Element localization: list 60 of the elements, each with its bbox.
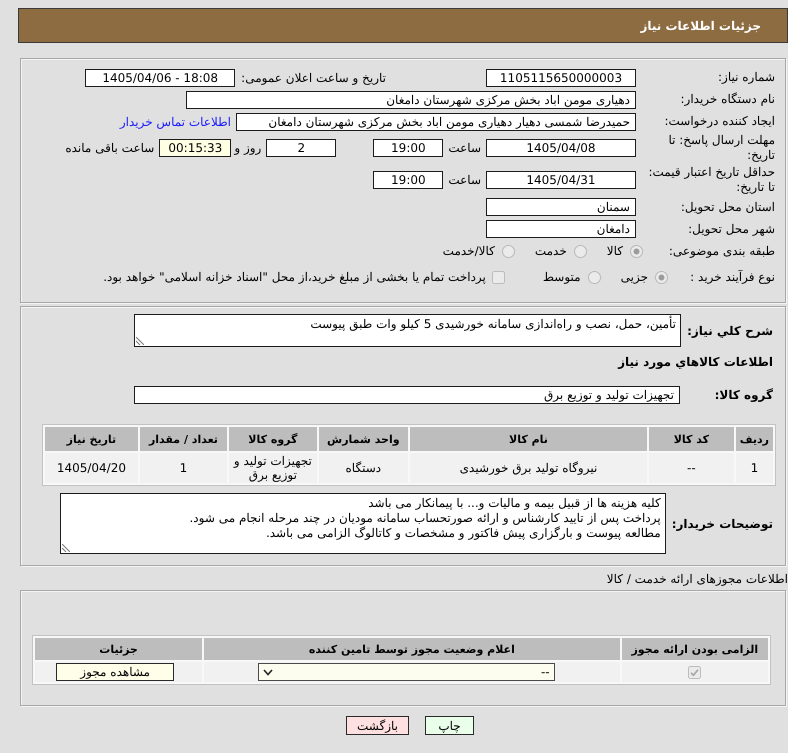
- view-license-button[interactable]: مشاهده مجوز: [56, 663, 174, 681]
- field-label: شماره نیاز:: [717, 70, 775, 85]
- validity-date-field[interactable]: 1405/04/31: [486, 171, 636, 189]
- field-label: طبقه بندی موضوعی:: [668, 244, 775, 258]
- days-field[interactable]: 2: [266, 139, 336, 157]
- page-title: جزئیات اطلاعات نیاز: [640, 18, 761, 32]
- column-header: نام کالا: [410, 427, 647, 451]
- column-header: تاریخ نیاز: [45, 427, 138, 451]
- buyer-organization-field[interactable]: دهیاری مومن اباد بخش مرکزی شهرستان دامغان: [186, 90, 636, 108]
- field-label: ایجاد کننده درخواست:: [663, 114, 775, 129]
- field-label: گروه کالا:: [714, 388, 773, 402]
- field-label: شرح کلي نیاز:: [687, 324, 773, 338]
- table-cell: --: [649, 453, 734, 483]
- section-heading: اطلاعات کالاهاي مورد نیاز: [616, 354, 773, 371]
- field-label: مهلت ارسال پاسخ: تا تاریخ:: [667, 133, 775, 163]
- field-label: ساعت: [448, 141, 481, 155]
- field-label: حداقل تاریخ اعتبار قیمت: تا تاریخ:: [647, 165, 775, 195]
- column-header: ردیف: [736, 427, 773, 451]
- field-label: روز و: [234, 141, 262, 155]
- deadline-time-field[interactable]: 19:00: [373, 139, 444, 157]
- buyer-contact-link[interactable]: اطلاعات تماس خریدار: [120, 114, 231, 128]
- field-label: نام دستگاه خریدار:: [680, 92, 775, 107]
- resize-grip-icon[interactable]: [62, 544, 70, 552]
- field-label: تاریخ و ساعت اعلان عمومی:: [241, 70, 386, 84]
- column-header: جزئیات: [35, 638, 202, 660]
- field-label: نوع فرآیند خرید :: [689, 270, 775, 284]
- section-heading: اطلاعات مجوزهای ارائه خدمت / کالا: [606, 571, 788, 587]
- back-button[interactable]: بازگشت: [346, 716, 409, 735]
- requester-field[interactable]: حمیدرضا شمسی دهیار دهیاری مومن اباد بخش مرکزی شهرستان دامغان: [236, 112, 636, 130]
- license-status-dropdown[interactable]: --: [258, 663, 555, 681]
- column-header: گروه کالا: [229, 427, 317, 451]
- description-field[interactable]: تأمین، حمل، نصب و راه‌اندازی سامانه خورشیدی 5 کیلو وات طبق پیوست: [134, 314, 681, 347]
- deadline-date-field[interactable]: 1405/04/08: [486, 139, 636, 157]
- resize-grip-icon[interactable]: [136, 337, 144, 345]
- goods-group-field[interactable]: تجهیزات تولید و توزیع برق: [134, 386, 680, 404]
- column-header: اعلام وضعیت مجوز توسط تامین کننده: [204, 638, 620, 660]
- announcement-date-field[interactable]: 1405/04/06 - 18:08: [85, 68, 236, 86]
- field-label: شهر محل تحویل:: [687, 222, 775, 236]
- validity-time-field[interactable]: 19:00: [373, 171, 444, 189]
- column-header: تعداد / مقدار: [140, 427, 228, 451]
- table-cell: دستگاه: [318, 453, 408, 483]
- remaining-time-field[interactable]: 00:15:33: [159, 139, 232, 157]
- field-label: استان محل تحویل:: [680, 200, 775, 214]
- table-cell: تجهیزات تولید و توزیع برق: [229, 453, 317, 483]
- column-header: کد کالا: [649, 427, 734, 451]
- table-cell: 1405/04/20: [45, 453, 138, 483]
- column-header: واحد شمارش: [318, 427, 408, 451]
- chevron-down-icon: [262, 668, 273, 676]
- print-button[interactable]: چاپ: [425, 716, 474, 735]
- table-cell: نیروگاه تولید برق خورشیدی: [410, 453, 647, 483]
- field-label: ساعت باقی مانده: [65, 141, 154, 155]
- need-number-field[interactable]: 1105115650000003: [486, 68, 636, 86]
- field-label: ساعت: [448, 173, 481, 187]
- table-cell: 1: [736, 453, 773, 483]
- column-header: الزامی بودن ارائه مجوز: [622, 638, 768, 660]
- buyer-notes-field[interactable]: کلیه هزینه ها از قبیل بیمه و مالیات و... با پیمانکار می باشد پرداخت پس از تایید کارشناس و ارائه صورتحساب سامانه مودیان در چند مرحله انجام می شود. مطالعه پیوست و بارگزاری پیش فاکتور و مشخصات و کاتالوگ الزامی می باشد.: [60, 493, 666, 554]
- table-cell: 1: [140, 453, 228, 483]
- city-field[interactable]: دامغان: [486, 220, 636, 238]
- field-label: توضیحات خریدار:: [672, 516, 773, 530]
- province-field[interactable]: سمنان: [486, 198, 636, 216]
